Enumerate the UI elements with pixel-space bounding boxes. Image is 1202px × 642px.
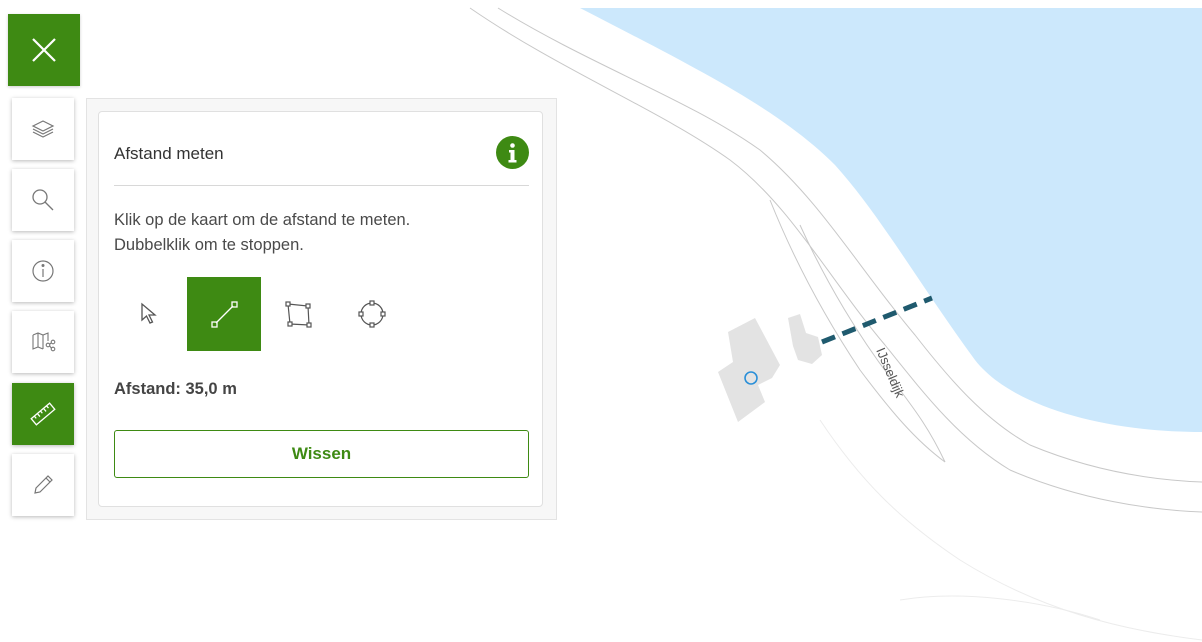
close-icon <box>32 38 56 62</box>
tool-select[interactable] <box>113 277 187 351</box>
line-measure-icon <box>211 301 238 328</box>
info-icon[interactable] <box>496 136 529 169</box>
layers-button[interactable] <box>12 98 74 160</box>
clear-button[interactable]: Wissen <box>114 430 529 478</box>
info-circle-icon <box>32 260 54 282</box>
info-button[interactable] <box>12 240 74 302</box>
tool-line[interactable] <box>187 277 261 351</box>
tool-circle[interactable] <box>335 277 409 351</box>
layers-icon <box>31 120 55 138</box>
polygon-measure-icon <box>285 301 312 328</box>
map-share-button[interactable] <box>12 311 74 373</box>
street-label: IJsseldijk <box>873 345 908 400</box>
pointer-icon <box>141 302 157 324</box>
close-button[interactable] <box>8 14 80 86</box>
map-share-icon <box>32 332 56 352</box>
ruler-icon <box>30 402 56 426</box>
minor-paths <box>819 419 1202 641</box>
tool-polygon[interactable] <box>261 277 335 351</box>
panel-instructions: Klik op de kaart om de afstand te meten.… <box>114 208 524 258</box>
measure-panel: Afstand meten Klik op de kaart om de afs… <box>98 111 543 507</box>
panel-divider <box>114 185 529 186</box>
measure-button[interactable] <box>12 383 74 445</box>
instruction-line-1: Klik op de kaart om de afstand te meten. <box>114 211 411 229</box>
buildings <box>718 314 822 422</box>
draw-button[interactable] <box>12 454 74 516</box>
search-icon <box>32 189 54 211</box>
panel-title: Afstand meten <box>114 144 224 163</box>
distance-readout: Afstand: 35,0 m <box>114 380 237 398</box>
pencil-icon <box>34 475 53 494</box>
instruction-line-2: Dubbelklik om te stoppen. <box>114 236 304 254</box>
circle-measure-icon <box>358 300 386 328</box>
search-button[interactable] <box>12 169 74 231</box>
